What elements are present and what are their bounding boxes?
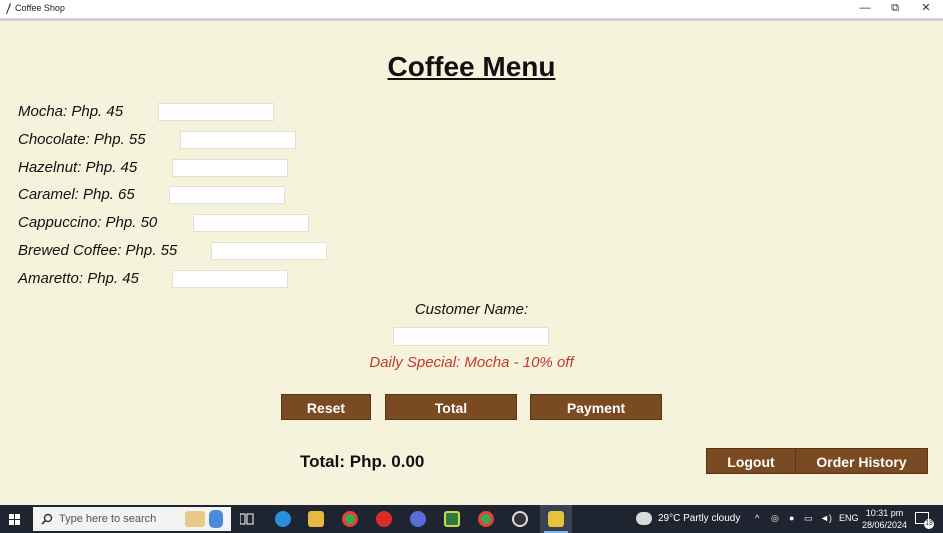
hazelnut-input[interactable] — [172, 159, 288, 177]
total-button[interactable]: Total — [385, 394, 517, 420]
customer-name-label: Customer Name: — [414, 301, 529, 318]
hazelnut-label: Hazelnut: Php. 45 — [18, 159, 138, 176]
search-highlight-icon — [185, 511, 205, 527]
task-view-icon[interactable] — [240, 513, 254, 525]
page-title: Coffee Menu — [387, 51, 556, 82]
payment-button[interactable]: Payment — [530, 394, 662, 420]
amaretto-input[interactable] — [172, 270, 288, 288]
python-icon — [548, 511, 564, 527]
weather-text[interactable]: 29°C Partly cloudy — [658, 513, 740, 524]
order-history-button[interactable]: Order History — [795, 448, 928, 474]
brewed-coffee-label: Brewed Coffee: Php. 55 — [18, 242, 178, 259]
edge-browser-icon[interactable] — [275, 511, 291, 527]
chrome-icon[interactable] — [342, 511, 358, 527]
clock-date: 28/06/2024 — [862, 520, 908, 530]
caramel-input[interactable] — [169, 186, 285, 204]
restore-button[interactable]: ⧉ — [880, 0, 910, 18]
chocolate-label: Chocolate: Php. 55 — [18, 131, 146, 148]
app-feather-icon — [6, 3, 11, 14]
cappuccino-label: Cappuccino: Php. 50 — [18, 214, 158, 231]
meet-now-icon[interactable]: ◎ — [771, 513, 779, 524]
search-icon — [41, 513, 53, 525]
battery-icon[interactable]: ▭ — [804, 513, 813, 524]
opera-icon[interactable] — [376, 511, 392, 527]
reset-button[interactable]: Reset — [281, 394, 371, 420]
volume-icon[interactable]: ◄) — [820, 513, 832, 523]
caramel-label: Caramel: Php. 65 — [18, 186, 135, 203]
microphone-icon[interactable]: ● — [789, 513, 794, 523]
taskbar-clock[interactable]: 10:31 pm 28/06/2024 — [862, 507, 907, 531]
brewed-coffee-input[interactable] — [211, 242, 327, 260]
notification-badge: 18 — [924, 519, 934, 529]
app-icon[interactable] — [410, 511, 426, 527]
chocolate-input[interactable] — [180, 131, 296, 149]
chevron-up-icon[interactable]: ^ — [755, 513, 759, 523]
logout-button[interactable]: Logout — [706, 448, 796, 474]
python-app-active-tab[interactable] — [540, 505, 572, 533]
taskbar: Type here to search 29°C Partly cloudy ^… — [0, 505, 943, 533]
mocha-input[interactable] — [158, 103, 274, 121]
clock-time: 10:31 pm — [865, 508, 904, 518]
taskbar-search-box[interactable]: Type here to search — [33, 507, 231, 531]
customer-name-input[interactable] — [393, 327, 549, 346]
windows-start-icon[interactable] — [9, 514, 20, 525]
window-titlebar: Coffee Shop — ⧉ ✕ — [0, 0, 943, 19]
close-button[interactable]: ✕ — [911, 0, 941, 18]
minimize-button[interactable]: — — [850, 0, 880, 18]
mocha-label: Mocha: Php. 45 — [18, 103, 124, 120]
cappuccino-input[interactable] — [193, 214, 309, 232]
language-indicator[interactable]: ENG — [839, 513, 859, 523]
amaretto-label: Amaretto: Php. 45 — [18, 270, 139, 287]
file-explorer-icon[interactable] — [308, 511, 324, 527]
daily-special-text: Daily Special: Mocha - 10% off — [369, 354, 574, 371]
total-amount: Total: Php. 0.00 — [300, 452, 425, 471]
window-title: Coffee Shop — [15, 3, 65, 13]
obs-icon[interactable] — [512, 511, 528, 527]
chrome-profile-icon[interactable] — [478, 511, 494, 527]
search-highlight-figure-icon — [209, 510, 223, 528]
search-placeholder: Type here to search — [59, 513, 157, 525]
pycharm-icon[interactable] — [444, 511, 460, 527]
weather-cloud-icon — [636, 512, 652, 525]
coffee-menu-form: Coffee Menu Mocha: Php. 45 Chocolate: Ph… — [0, 21, 943, 505]
